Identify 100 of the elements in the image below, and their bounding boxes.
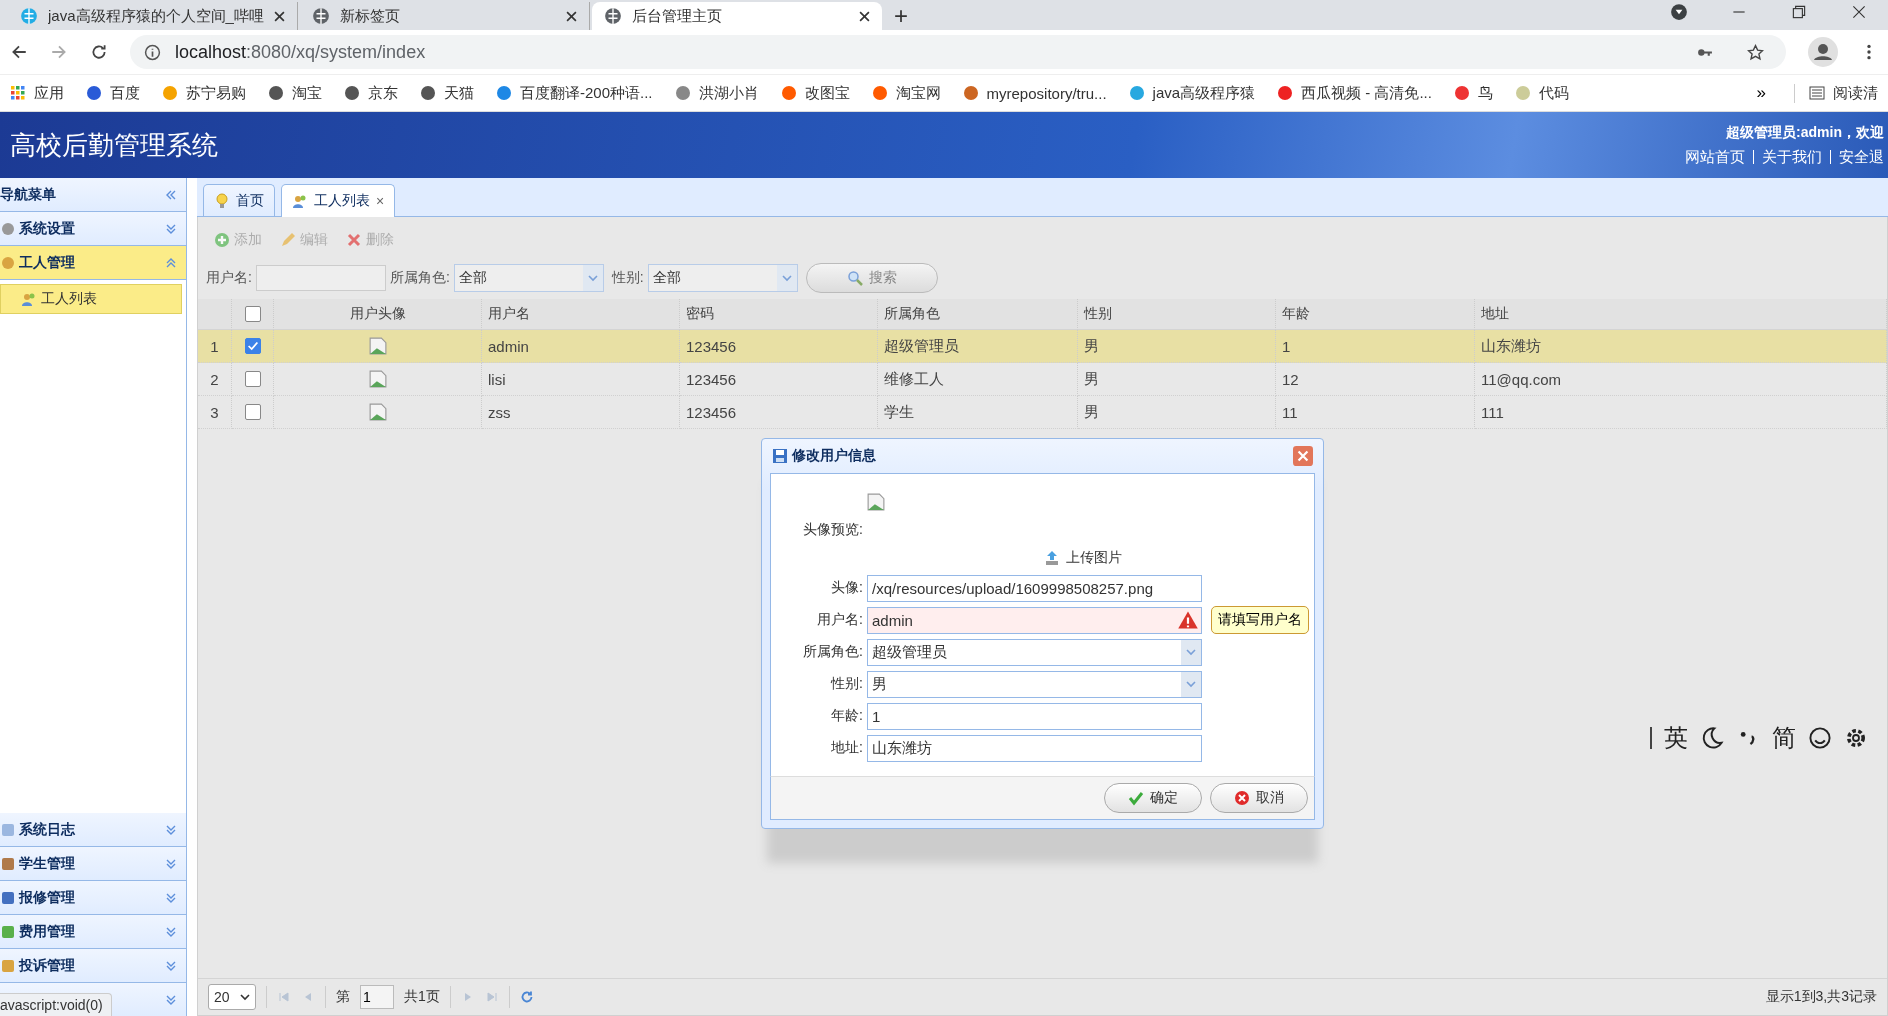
ime-language-toggle[interactable]: 英 xyxy=(1664,722,1688,754)
menu-group[interactable]: 费用管理 xyxy=(0,915,186,949)
page-size-select[interactable]: 20 xyxy=(208,984,256,1010)
menu-group[interactable]: 工人管理 xyxy=(0,246,186,280)
browser-tab[interactable]: 后台管理主页 xyxy=(592,2,882,30)
validation-tooltip: 请填写用户名 xyxy=(1211,606,1309,634)
menu-group[interactable]: 投诉管理 xyxy=(0,949,186,983)
column-header[interactable]: 性别 xyxy=(1078,299,1276,330)
tab-search-icon[interactable] xyxy=(1670,3,1688,21)
browser-tab[interactable]: 新标签页 xyxy=(300,2,590,30)
bookmark[interactable]: 苏宁易购 xyxy=(162,83,246,103)
star-icon[interactable] xyxy=(1747,43,1764,61)
menu-icon xyxy=(0,254,16,271)
menu-group[interactable]: 学生管理 xyxy=(0,847,186,881)
bookmark[interactable]: 洪湖小肖 xyxy=(674,83,759,103)
plus-icon xyxy=(214,232,230,248)
reading-list-button[interactable]: 阅读清 xyxy=(1794,83,1878,103)
cancel-button[interactable]: 取消 xyxy=(1210,783,1308,813)
tab-close-button[interactable]: × xyxy=(376,193,385,209)
refresh-icon[interactable] xyxy=(519,990,534,1004)
reload-icon[interactable] xyxy=(90,43,108,61)
search-icon xyxy=(846,270,863,286)
upload-button[interactable]: 上传图片 xyxy=(1037,548,1128,568)
column-header[interactable]: 密码 xyxy=(680,299,878,330)
input-field[interactable]: 1 xyxy=(867,702,1202,730)
bookmark[interactable]: 鸟 xyxy=(1453,83,1493,103)
new-tab-button[interactable]: + xyxy=(884,2,918,30)
menu-group[interactable]: 报修管理 xyxy=(0,881,186,915)
field-label: 所属角色: xyxy=(802,643,863,661)
page-number-field[interactable]: 1 xyxy=(360,985,394,1009)
dropdown-field[interactable]: 超级管理员 xyxy=(867,638,1202,666)
page-tab[interactable]: 首页 xyxy=(203,184,275,216)
sidebar-title: 导航菜单 xyxy=(0,185,57,204)
circle-icon xyxy=(1453,85,1470,101)
field-label: 性别: xyxy=(829,675,863,693)
close-icon[interactable] xyxy=(1850,3,1868,21)
bookmark[interactable]: 百度翻译-200种语... xyxy=(496,83,653,103)
dropdown-field[interactable]: 男 xyxy=(867,670,1202,698)
column-header[interactable]: 地址 xyxy=(1475,299,1887,330)
input-field[interactable]: admin xyxy=(867,606,1202,634)
bookmark[interactable]: java高级程序猿 xyxy=(1128,83,1256,103)
column-header[interactable]: 年龄 xyxy=(1276,299,1475,330)
bookmark[interactable]: 改图宝 xyxy=(780,83,850,103)
column-header[interactable]: 用户名 xyxy=(482,299,680,330)
page-tab[interactable]: 工人列表 × xyxy=(281,184,396,217)
gender-select[interactable]: 全部 xyxy=(647,264,798,292)
select-all-checkbox[interactable] xyxy=(244,306,261,322)
row-checkbox[interactable] xyxy=(244,338,261,354)
menu-item[interactable]: 工人列表 xyxy=(0,284,182,314)
role-select[interactable]: 全部 xyxy=(453,264,604,292)
input-field[interactable]: /xq/resources/upload/1609998508257.png xyxy=(867,574,1202,602)
bookmark[interactable]: 天猫 xyxy=(420,83,474,103)
menu-icon xyxy=(0,889,16,906)
moon-icon[interactable] xyxy=(1700,726,1724,750)
menu-icon xyxy=(0,220,16,237)
filter-label: 性别: xyxy=(611,269,644,287)
circle-icon xyxy=(86,85,102,101)
confirm-button[interactable]: 确定 xyxy=(1104,783,1202,813)
column-header[interactable]: 所属角色 xyxy=(878,299,1078,330)
restore-icon[interactable] xyxy=(1790,3,1808,21)
bookmark[interactable]: 京东 xyxy=(344,83,398,103)
smiley-icon[interactable] xyxy=(1808,726,1832,750)
username-filter-field[interactable] xyxy=(255,265,386,291)
close-icon[interactable] xyxy=(859,10,870,22)
circle-icon xyxy=(268,85,284,101)
app-title: 高校后勤管理系统 xyxy=(10,128,218,162)
row-checkbox[interactable] xyxy=(244,371,261,387)
header-link[interactable]: 网站首页 xyxy=(1685,147,1745,167)
info-icon[interactable] xyxy=(144,43,161,61)
address-field[interactable]: localhost:8080/xq/system/index xyxy=(130,35,1786,69)
ime-script-toggle[interactable]: 简 xyxy=(1772,722,1796,754)
bookmark[interactable]: 西瓜视频 - 高清免... xyxy=(1277,83,1432,103)
row-number: 3 xyxy=(198,396,232,429)
bookmark[interactable]: 代码 xyxy=(1514,83,1569,103)
input-field[interactable]: 山东潍坊 xyxy=(867,734,1202,762)
menu-icon xyxy=(0,821,16,838)
bookmark[interactable]: 淘宝网 xyxy=(871,83,941,103)
column-header[interactable]: 用户头像 xyxy=(274,299,482,330)
table-cell: lisi xyxy=(482,363,680,396)
close-icon[interactable] xyxy=(566,10,577,22)
profile-avatar-icon[interactable] xyxy=(1808,37,1838,67)
settings-icon[interactable] xyxy=(1844,726,1868,750)
browser-tab[interactable]: java高级程序猿的个人空间_哔哩 xyxy=(8,2,298,30)
close-icon[interactable] xyxy=(274,10,285,22)
row-number: 1 xyxy=(198,330,232,363)
row-checkbox[interactable] xyxy=(244,404,261,420)
back-icon[interactable] xyxy=(10,43,28,61)
bookmark[interactable]: myrepository/tru... xyxy=(962,84,1107,102)
more-bookmarks-button[interactable]: » xyxy=(1750,83,1772,103)
bookmark[interactable]: 百度 xyxy=(86,83,140,103)
header-link[interactable]: 关于我们 xyxy=(1762,147,1822,167)
menu-group[interactable]: 系统设置 xyxy=(0,212,186,246)
bookmark[interactable]: 应用 xyxy=(10,83,64,103)
bookmark[interactable]: 淘宝 xyxy=(268,83,322,103)
field-label: 用户名: xyxy=(816,611,863,629)
menu-group[interactable]: 系统日志 xyxy=(0,813,186,847)
header-link[interactable]: 安全退 xyxy=(1839,147,1884,167)
status-url-tooltip: avascript:void(0) xyxy=(0,993,112,1016)
circle-icon xyxy=(162,85,178,101)
table-cell: 男 xyxy=(1078,396,1276,429)
